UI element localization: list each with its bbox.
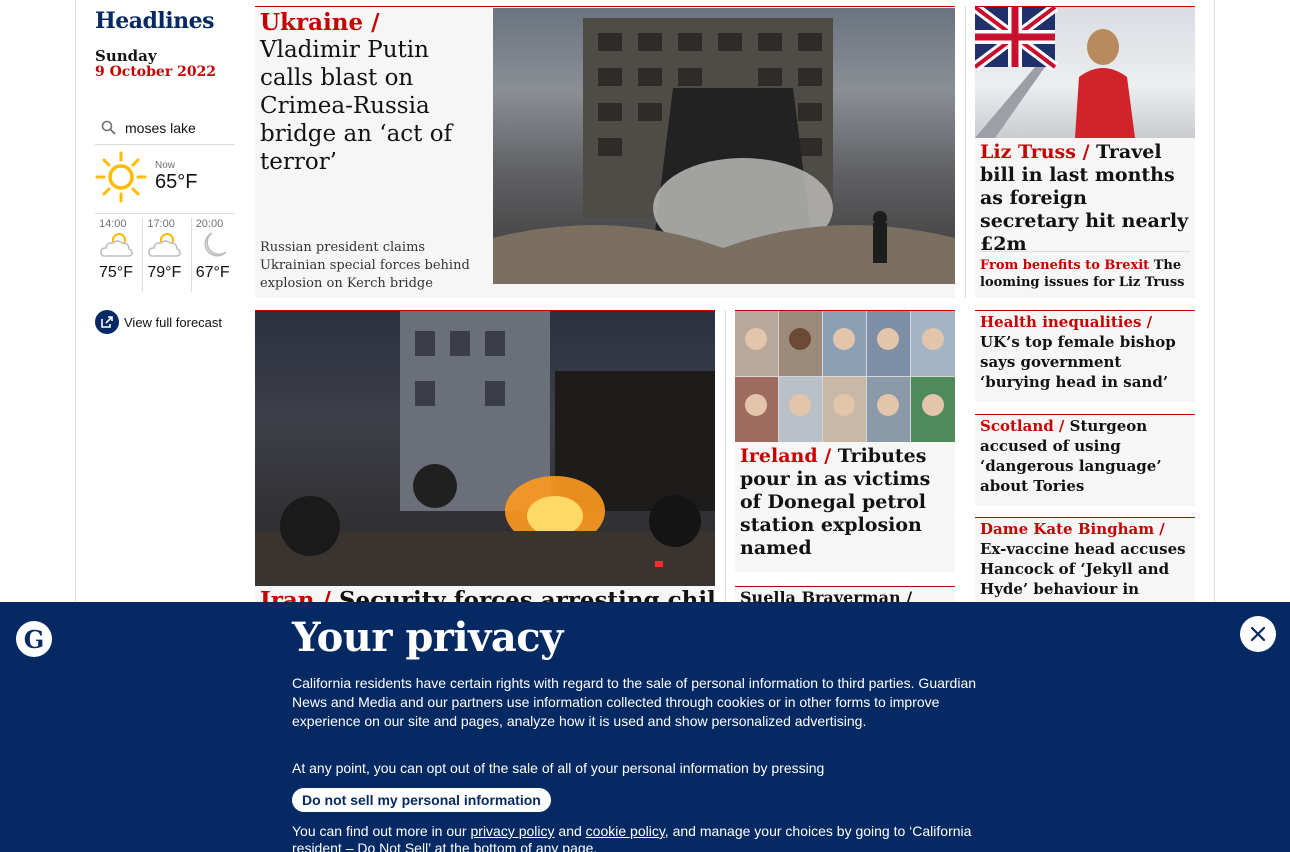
story-truss-headline-block[interactable]: Liz Truss / Travel bill in last months a…	[980, 141, 1192, 256]
story-ukraine-photo[interactable]	[493, 8, 955, 284]
privacy-banner: G Your privacy California residents have…	[0, 602, 1290, 852]
moon-icon	[204, 232, 227, 257]
story-headline[interactable]: UK’s top female bishop says government ‘…	[980, 333, 1176, 391]
street-fire-photo	[255, 311, 715, 586]
partly-sunny-icon	[100, 233, 133, 257]
story-kicker: Ukraine /	[260, 9, 380, 36]
weather-hour-temp: 79°F	[147, 264, 182, 281]
view-forecast-label[interactable]: View full forecast	[124, 315, 222, 330]
weather-hour-time: 14:00	[99, 218, 127, 230]
do-not-sell-button[interactable]: Do not sell my personal information	[292, 788, 551, 812]
story-kicker: Ireland /	[740, 445, 832, 467]
story-kicker: Health inequalities /	[980, 313, 1153, 331]
headlines-title: Headlines	[95, 8, 215, 34]
weather-hour: 14:00 75°F	[95, 218, 144, 292]
partly-sunny-icon	[148, 233, 182, 257]
story-ireland[interactable]: Ireland / Tributes pour in as victims of…	[735, 310, 955, 572]
story-headline[interactable]: Ex-vaccine head accuses Hancock of ‘Jeky…	[980, 540, 1186, 598]
view-forecast-link[interactable]: View full forecast	[95, 310, 240, 334]
weather-now-label: Now	[155, 160, 176, 171]
story-health-headline-block[interactable]: Health inequalities / UK’s top female bi…	[980, 312, 1192, 392]
plane-steps-photo	[975, 7, 1135, 138]
guardian-logo-icon: G	[16, 621, 52, 657]
weather-hour-temp: 67°F	[195, 264, 230, 281]
story-truss-sublink[interactable]: From benefits to Brexit The looming issu…	[980, 257, 1190, 291]
story-iran[interactable]: Iran / Security forces arresting childre…	[255, 310, 715, 610]
story-ireland-headline-block[interactable]: Ireland / Tributes pour in as victims of…	[740, 445, 952, 560]
story-iran-photo[interactable]	[255, 311, 715, 586]
close-privacy-button[interactable]	[1240, 616, 1276, 652]
story-ukraine-headline-block[interactable]: Ukraine / Vladimir Putin calls blast on …	[260, 9, 485, 176]
story-scotland-headline-block[interactable]: Scotland / Sturgeon accused of using ‘da…	[980, 416, 1192, 496]
external-link-icon	[95, 310, 119, 334]
weather-hourly: 14:00 75°F 17:00 79°F 20:00 67°F	[95, 218, 240, 292]
story-ireland-photo[interactable]	[735, 311, 955, 442]
cookie-policy-link[interactable]: cookie policy	[586, 823, 665, 839]
weather-hour: 17:00 79°F	[143, 218, 192, 292]
story-kicker: Dame Kate Bingham /	[980, 520, 1165, 538]
privacy-title: Your privacy	[292, 614, 563, 661]
weather-location-search[interactable]: moses lake	[95, 120, 235, 145]
story-kicker: Liz Truss /	[980, 141, 1090, 163]
weather-hour: 20:00 67°F	[192, 218, 240, 292]
weather-hour-time: 20:00	[195, 218, 224, 230]
story-truss-photo[interactable]	[975, 7, 1195, 138]
sun-icon	[95, 151, 147, 203]
close-icon	[1250, 626, 1266, 642]
privacy-body: California residents have certain rights…	[292, 675, 977, 729]
weather-hour-temp: 75°F	[99, 264, 133, 281]
privacy-optout-text: At any point, you can opt out of the sal…	[292, 760, 825, 776]
weather-hour-time: 17:00	[147, 218, 175, 230]
privacy-more-prefix: You can find out more in our	[292, 823, 467, 839]
headlines-day: Sunday	[95, 47, 157, 65]
search-icon	[101, 120, 116, 135]
story-health[interactable]: Health inequalities / UK’s top female bi…	[975, 310, 1195, 402]
weather-now-temp: 65°F	[155, 171, 198, 193]
story-headline[interactable]: Vladimir Putin calls blast on Crimea-Rus…	[260, 37, 452, 175]
privacy-more-info: You can find out more in our privacy pol…	[292, 823, 992, 852]
story-ukraine[interactable]: Ukraine / Vladimir Putin calls blast on …	[255, 6, 955, 298]
story-standfirst: Russian president claims Ukrainian speci…	[260, 240, 470, 291]
headlines-sidebar: Headlines Sunday 9 October 2022 moses la…	[95, 8, 240, 334]
headlines-date: 9 October 2022	[95, 64, 217, 80]
column-divider	[725, 310, 726, 602]
divider	[980, 251, 1190, 252]
privacy-and: and	[558, 823, 582, 839]
victims-collage-photo	[735, 311, 955, 442]
column-divider	[965, 6, 966, 298]
story-bingham-headline-block[interactable]: Dame Kate Bingham / Ex-vaccine head accu…	[980, 519, 1192, 599]
story-kicker: Scotland /	[980, 417, 1065, 435]
story-truss[interactable]: Liz Truss / Travel bill in last months a…	[975, 6, 1195, 298]
story-scotland[interactable]: Scotland / Sturgeon accused of using ‘da…	[975, 414, 1195, 506]
sublink-kicker: From benefits to Brexit	[980, 258, 1150, 273]
weather-location[interactable]: moses lake	[125, 120, 196, 136]
building-photo	[493, 18, 955, 284]
weather-now: Now 65°F	[95, 151, 235, 214]
privacy-policy-link[interactable]: privacy policy	[471, 823, 555, 839]
